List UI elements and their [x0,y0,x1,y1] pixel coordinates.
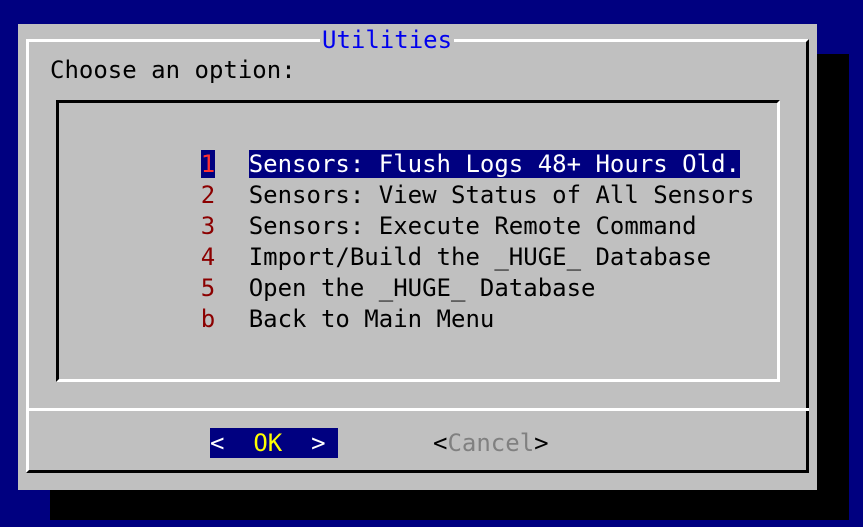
menu-item-label: Open the _HUGE_ Database [248,274,596,302]
menu-item-key: 5 [200,274,216,302]
cancel-bracket-right: > [534,429,549,457]
menu-item-label: Sensors: Flush Logs 48+ Hours Old. [248,150,740,178]
menu-item-key: 4 [200,243,216,271]
ok-label: OK [253,429,283,457]
menu-item-label: Import/Build the _HUGE_ Database [248,243,712,271]
menu-item-label: Sensors: Execute Remote Command [248,212,697,240]
cancel-label: Cancel [447,429,535,457]
button-separator [26,408,809,411]
menu-item-key: 1 [200,150,216,178]
menu-item-key: b [200,305,216,333]
dialog-prompt: Choose an option: [50,56,296,84]
cancel-button[interactable]: <Cancel> [433,428,549,458]
ok-bracket-left: < [210,429,225,457]
cancel-bracket-left: < [433,429,448,457]
menu-item-1[interactable]: 1 Sensors: Flush Logs 48+ Hours Old. [114,118,754,178]
utilities-dialog: Utilities Choose an option: 1 Sensors: Fl… [18,24,817,490]
ok-bracket-right: > [311,429,326,457]
menu-list: 1 Sensors: Flush Logs 48+ Hours Old. 2 Sen… [114,118,755,333]
dialog-title: Utilities [320,26,455,54]
menu-item-label: Sensors: View Status of All Sensors [248,181,755,209]
menu-item-key: 2 [200,181,216,209]
menu-item-key: 3 [200,212,216,240]
menu-item-label: Back to Main Menu [248,305,495,333]
ok-button[interactable]: < OK > [210,428,338,458]
